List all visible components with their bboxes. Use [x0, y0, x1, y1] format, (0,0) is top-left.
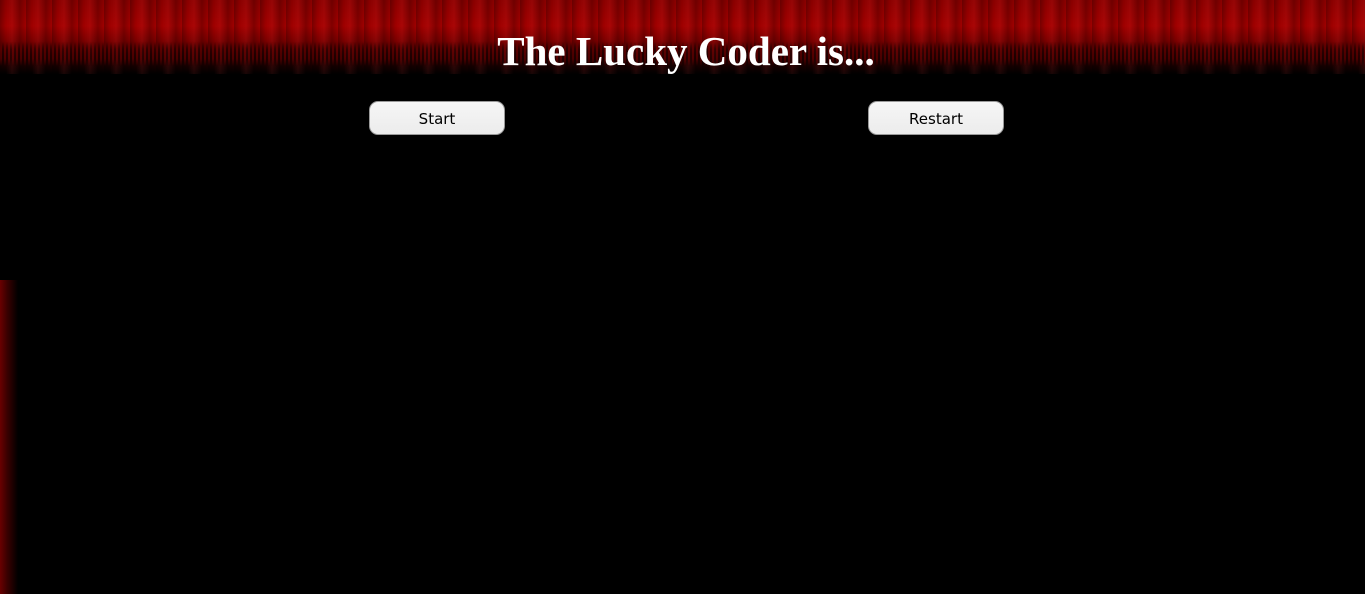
stage: The Lucky Coder is... Start Restart: [0, 0, 1365, 594]
page-title: The Lucky Coder is...: [497, 28, 875, 74]
side-curtain: [0, 280, 18, 594]
start-button[interactable]: Start: [369, 101, 505, 135]
restart-button[interactable]: Restart: [868, 101, 1004, 135]
